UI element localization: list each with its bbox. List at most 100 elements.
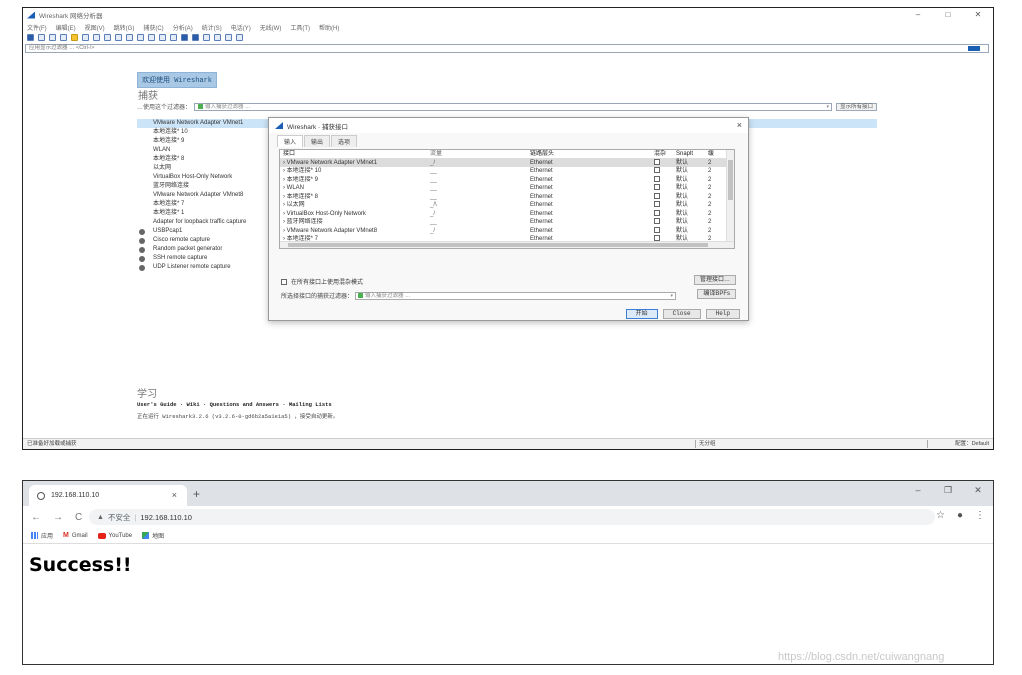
tab-output[interactable]: 输出 xyxy=(304,135,331,147)
bookmark-filter-icon[interactable] xyxy=(358,292,364,298)
promisc-checkbox[interactable] xyxy=(654,175,660,182)
bookmark-maps[interactable]: 地图 xyxy=(142,531,164,540)
chevron-down-icon[interactable]: ▾ xyxy=(826,104,829,110)
insecure-label[interactable]: 不安全 xyxy=(108,512,131,523)
extcap-gear-icon[interactable] xyxy=(139,229,145,235)
promisc-checkbox[interactable] xyxy=(654,192,660,199)
go-back-icon[interactable] xyxy=(126,34,133,41)
table-row[interactable]: › WLAN __ Ethernet 默认 2 xyxy=(280,184,734,193)
minimize-icon[interactable]: – xyxy=(903,8,933,22)
column-traffic[interactable]: 流量 xyxy=(430,150,530,158)
bookmark-apps[interactable]: 应用 xyxy=(31,531,53,540)
close-button[interactable]: Close xyxy=(662,309,701,319)
scroll-thumb[interactable] xyxy=(728,160,733,200)
start-capture-icon[interactable] xyxy=(27,34,34,41)
bookmark-gmail[interactable]: M Gmail xyxy=(63,532,88,539)
help-button[interactable]: Help xyxy=(705,309,740,319)
column-link-layer[interactable]: 链路层头 xyxy=(530,150,654,158)
compile-bpfs-button[interactable]: 编译BPFs xyxy=(697,289,736,299)
cell-promisc[interactable] xyxy=(654,158,676,168)
column-snaplen[interactable]: Snaplt xyxy=(676,150,708,158)
close-icon[interactable]: ✕ xyxy=(963,8,993,22)
tab-close-icon[interactable]: × xyxy=(172,490,177,500)
bookmark-youtube[interactable]: YouTube xyxy=(97,532,132,539)
table-row[interactable]: › VMware Network Adapter VMnet8 _/ Etherne… xyxy=(280,226,734,236)
autoscroll-icon[interactable] xyxy=(181,34,188,41)
promisc-checkbox[interactable] xyxy=(654,184,660,191)
menu-item[interactable]: 编辑(E) xyxy=(56,23,76,32)
promisc-checkbox[interactable] xyxy=(654,226,660,233)
capture-options-icon[interactable] xyxy=(60,34,67,41)
table-row[interactable]: › 以太网 _/\ Ethernet 默认 2 xyxy=(280,201,734,210)
table-row[interactable]: › 本地连接* 8 __ Ethernet 默认 2 xyxy=(280,192,734,202)
cell-promisc[interactable] xyxy=(654,226,676,236)
table-row[interactable]: › 本地连接* 9 __ Ethernet 默认 2 xyxy=(280,175,734,185)
bookmark-filter-icon[interactable] xyxy=(198,103,204,109)
cell-promisc[interactable] xyxy=(654,201,676,210)
cell-promisc[interactable] xyxy=(654,192,676,202)
zoom-in-icon[interactable] xyxy=(203,34,210,41)
table-row[interactable]: › 本地连接* 10 __ Ethernet 默认 2 xyxy=(280,167,734,176)
checkbox-box[interactable] xyxy=(281,278,287,285)
status-profile[interactable]: 配置：Default xyxy=(955,439,989,449)
cell-promisc[interactable] xyxy=(654,218,676,227)
menu-item[interactable]: 工具(T) xyxy=(290,23,310,32)
menu-kebab-icon[interactable]: ⋮ xyxy=(975,510,985,521)
promisc-checkbox[interactable] xyxy=(654,167,660,174)
menu-item[interactable]: 分析(A) xyxy=(173,23,193,32)
forward-icon[interactable]: → xyxy=(53,512,63,523)
profile-icon[interactable]: ● xyxy=(957,510,963,521)
menu-item[interactable]: 视图(V) xyxy=(85,23,105,32)
url-text[interactable]: 192.168.110.10 xyxy=(140,513,192,522)
show-all-interfaces-button[interactable]: 显示所有接口 xyxy=(835,102,877,111)
tab-options[interactable]: 选项 xyxy=(331,135,358,147)
bookmark-star-icon[interactable]: ☆ xyxy=(936,510,945,521)
close-file-icon[interactable] xyxy=(93,34,100,41)
browser-tab[interactable]: 192.168.110.10 × xyxy=(29,485,187,506)
column-buffer[interactable]: 缓 xyxy=(708,150,728,158)
capture-filter-input[interactable]: 输入捕获过滤器 … ▾ xyxy=(194,102,832,111)
maximize-icon[interactable]: □ xyxy=(933,8,963,22)
close-icon[interactable]: ✕ xyxy=(963,485,993,496)
cell-promisc[interactable] xyxy=(654,167,676,176)
reload-icon[interactable]: C xyxy=(75,512,82,523)
horizontal-scrollbar[interactable] xyxy=(280,241,734,248)
column-promisc[interactable]: 混杂 xyxy=(654,150,676,158)
promisc-checkbox[interactable] xyxy=(654,218,660,225)
first-packet-icon[interactable] xyxy=(159,34,166,41)
menu-item[interactable]: 文件(F) xyxy=(27,23,47,32)
table-row[interactable]: › 蓝牙网络连接 __ Ethernet 默认 2 xyxy=(280,218,734,227)
normal-size-icon[interactable] xyxy=(225,34,232,41)
stop-capture-icon[interactable] xyxy=(38,34,45,41)
extcap-gear-icon[interactable] xyxy=(139,238,145,244)
manage-interfaces-button[interactable]: 管理接口… xyxy=(693,275,736,285)
selected-capture-filter-input[interactable]: 输入捕获过滤器 … ▾ xyxy=(355,291,676,300)
extcap-gear-icon[interactable] xyxy=(139,256,145,262)
extcap-gear-icon[interactable] xyxy=(139,265,145,271)
promisc-checkbox[interactable] xyxy=(654,201,660,208)
scroll-thumb[interactable] xyxy=(288,243,708,247)
vertical-scrollbar[interactable] xyxy=(726,150,734,248)
menu-item[interactable]: 统计(S) xyxy=(202,23,222,32)
extcap-gear-icon[interactable] xyxy=(139,247,145,253)
menu-item[interactable]: 电话(Y) xyxy=(231,23,251,32)
display-filter-input[interactable]: 应用显示过滤器 … <Ctrl-/> xyxy=(25,44,989,53)
go-to-packet-icon[interactable] xyxy=(148,34,155,41)
back-icon[interactable]: ← xyxy=(31,512,41,523)
promisc-checkbox[interactable] xyxy=(654,209,660,216)
column-interface[interactable]: 接口 xyxy=(280,150,430,158)
open-file-icon[interactable] xyxy=(71,34,78,41)
menu-item[interactable]: 跳转(G) xyxy=(114,23,135,32)
chevron-down-icon[interactable]: ▾ xyxy=(670,293,673,299)
table-row[interactable]: › VirtualBox Host-Only Network _/ Ethernet… xyxy=(280,209,734,219)
save-file-icon[interactable] xyxy=(82,34,89,41)
new-tab-icon[interactable]: + xyxy=(193,487,200,501)
colorize-icon[interactable] xyxy=(192,34,199,41)
menu-item[interactable]: 捕获(C) xyxy=(143,23,163,32)
last-packet-icon[interactable] xyxy=(170,34,177,41)
address-bar[interactable]: ▲ 不安全 | 192.168.110.10 xyxy=(89,509,935,525)
tab-input[interactable]: 输入 xyxy=(277,135,304,147)
table-row[interactable]: › VMware Network Adapter VMnet1 _/ Etherne… xyxy=(280,158,734,168)
learn-links[interactable]: User's Guide · Wiki · Questions and Answ… xyxy=(137,401,332,408)
start-button[interactable]: 开始 xyxy=(625,309,658,319)
